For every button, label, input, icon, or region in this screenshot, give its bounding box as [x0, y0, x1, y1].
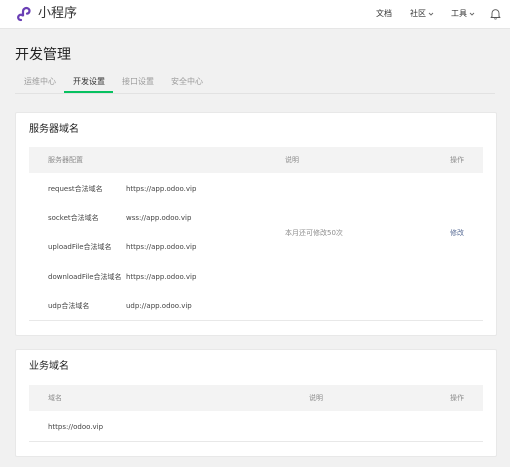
notification-bell-icon[interactable]: [490, 8, 501, 20]
row-name-downloadfile: downloadFile合法域名: [48, 273, 122, 281]
header-action: 操作: [450, 394, 464, 402]
row-name-request: request合法域名: [48, 185, 103, 193]
row-name-uploadfile: uploadFile合法域名: [48, 243, 112, 251]
header-domain: 域名: [48, 394, 62, 402]
row-value-uploadfile: https://app.odoo.vip: [126, 243, 197, 251]
modify-server-domain-link[interactable]: 修改: [450, 228, 464, 238]
row-value-socket: wss://app.odoo.vip: [126, 214, 192, 222]
table-bottom-divider: [29, 441, 483, 442]
nav-community-label: 社区: [410, 9, 426, 18]
tab-ops-center[interactable]: 运维中心: [24, 76, 56, 88]
chevron-down-icon: [469, 12, 475, 16]
server-domain-table-header: 服务器配置 说明 操作: [29, 147, 483, 173]
miniprogram-logo-icon[interactable]: [16, 5, 34, 23]
row-value-udp: udp://app.odoo.vip: [126, 302, 192, 310]
chevron-down-icon: [428, 12, 434, 16]
header-description: 说明: [285, 156, 299, 164]
business-domain-table-header: 域名 说明 操作: [29, 385, 483, 411]
tab-dev-settings[interactable]: 开发设置: [73, 76, 105, 88]
header-server-config: 服务器配置: [48, 156, 83, 164]
row-name-socket: socket合法域名: [48, 214, 99, 222]
row-value-request: https://app.odoo.vip: [126, 185, 197, 193]
business-domain-title: 业务域名: [29, 361, 69, 372]
tab-bar: 运维中心 开发设置 接口设置 安全中心: [15, 72, 495, 94]
page-title: 开发管理: [15, 47, 71, 63]
nav-tools-label: 工具: [451, 9, 467, 18]
nav-community-menu[interactable]: 社区: [410, 8, 434, 20]
business-domain-card: 业务域名 域名 说明 操作 https://odoo.vip: [15, 349, 497, 457]
active-tab-indicator: [64, 91, 113, 93]
tab-api-settings[interactable]: 接口设置: [122, 76, 154, 88]
header-action: 操作: [450, 156, 464, 164]
modify-limit-note: 本月还可修改50次: [285, 229, 343, 237]
row-value-downloadfile: https://app.odoo.vip: [126, 273, 197, 281]
brand-title[interactable]: 小程序: [38, 5, 77, 23]
nav-docs-link[interactable]: 文档: [376, 8, 392, 20]
table-bottom-divider: [29, 320, 483, 321]
business-domain-value: https://odoo.vip: [48, 423, 104, 431]
top-navigation-bar: 小程序 文档 社区 工具: [0, 0, 510, 29]
tab-security-center[interactable]: 安全中心: [171, 76, 203, 88]
row-name-udp: udp合法域名: [48, 302, 90, 310]
server-domain-card: 服务器域名 服务器配置 说明 操作 request合法域名 https://ap…: [15, 112, 497, 336]
nav-tools-menu[interactable]: 工具: [451, 8, 475, 20]
server-domain-title: 服务器域名: [29, 124, 79, 135]
header-description: 说明: [309, 394, 323, 402]
